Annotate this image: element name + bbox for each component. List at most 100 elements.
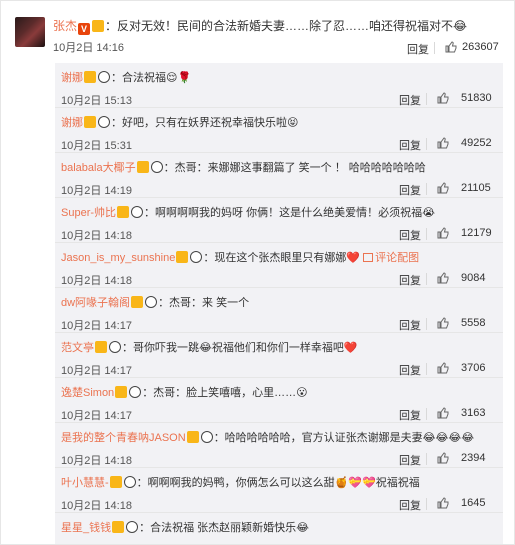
reply-button[interactable]: 回复 (399, 227, 421, 243)
like-count: 1645 (461, 497, 486, 509)
reply-time: 10月2日 15:13 (61, 95, 132, 107)
reply-line: balabala大椰子 ：杰哥：来娜娜这事翻篇了 笑一个 ！ 哈哈哈哈哈哈哈 (61, 159, 426, 175)
reply-time: 10月2日 14:17 (61, 410, 132, 422)
panda-icon (131, 206, 144, 218)
like-icon[interactable] (437, 182, 449, 194)
reply-item: balabala大椰子 ：杰哥：来娜娜这事翻篇了 笑一个 ！ 哈哈哈哈哈哈哈 10月… (55, 153, 503, 198)
reply-time: 10月2日 14:18 (61, 455, 132, 467)
main-comment-line: 张杰 V ：反对无效！民间的合法新婚夫妻……除了忍……咱还得祝福对不😂 (53, 17, 467, 35)
reply-text: ：合法祝福 张杰赵丽颖新婚快乐😂 (139, 522, 310, 534)
comment-time: 10月2日 14:16 (53, 42, 124, 54)
reply-text: ：杰哥：来娜娜这事翻篇了 笑一个 ！ 哈哈哈哈哈哈哈 (163, 162, 426, 174)
like-icon[interactable] (437, 137, 449, 149)
like-count: 2394 (461, 452, 486, 464)
panda-icon (150, 161, 163, 173)
verified-icon: V (78, 23, 91, 35)
image-link-label: 评论配图 (375, 252, 420, 264)
reply-button[interactable]: 回复 (399, 497, 421, 513)
divider (426, 183, 427, 195)
reply-line: 谢娜 ：合法祝福😌🌹 (61, 69, 191, 85)
reply-username[interactable]: 范文亭 (61, 342, 94, 354)
reply-line: 范文亭 ：哥你吓我一跳😂祝福他们和你们一样幸福吧❤️ (61, 339, 358, 355)
panda-icon (98, 71, 110, 83)
like-count: 5558 (461, 317, 486, 329)
reply-username[interactable]: 星星_钱钱 (61, 522, 111, 534)
reply-username[interactable]: 是我的整个青春呐JASON (61, 432, 186, 444)
divider (426, 93, 427, 105)
vip-icon (109, 476, 122, 488)
reply-button[interactable]: 回复 (399, 137, 421, 153)
reply-username[interactable]: 逸楚Simon (61, 387, 114, 399)
like-count: 49252 (461, 137, 492, 149)
main-comment: 张杰 V ：反对无效！民间的合法新婚夫妻……除了忍……咱还得祝福对不😂 10月2日 … (13, 15, 503, 61)
reply-button[interactable]: 回复 (399, 92, 421, 108)
vip-icon (95, 341, 107, 353)
reply-button[interactable]: 回复 (399, 317, 421, 333)
panda-icon (126, 521, 139, 533)
panda-icon (98, 116, 110, 128)
panda-icon (123, 476, 136, 488)
like-count: 9084 (461, 272, 486, 284)
reply-line: 谢娜 ：好吧，只有在妖界还祝幸福快乐啦😝 (61, 114, 298, 130)
reply-username[interactable]: dw阿喙子翰阁 (61, 297, 130, 309)
like-count: 3706 (461, 362, 486, 374)
reply-username[interactable]: 谢娜 (61, 72, 83, 84)
panda-icon (109, 341, 121, 353)
like-icon[interactable] (445, 41, 457, 53)
image-link[interactable]: 评论配图 (360, 252, 419, 264)
reply-line: 逸楚Simon ：杰哥：脸上笑嘻嘻，心里……😮 (61, 384, 308, 400)
vip-icon (136, 161, 149, 173)
reply-item: 谢娜 ：合法祝福😌🌹 10月2日 15:13 回复 51830 (55, 63, 503, 108)
divider (426, 273, 427, 285)
comment-thread: 张杰 V ：反对无效！民间的合法新婚夫妻……除了忍……咱还得祝福对不😂 10月2日 … (0, 0, 515, 545)
like-icon[interactable] (437, 272, 449, 284)
reply-time: 10月2日 14:18 (61, 230, 132, 242)
reply-line: 星星_钱钱 ：合法祝福 张杰赵丽颖新婚快乐😂 (61, 519, 309, 535)
reply-item: 叶小慧慧- ：啊啊啊我的妈鸭，你俩怎么可以这么甜🍯💝💝祝福祝福 10月2日 14:1… (55, 468, 503, 513)
vip-icon (92, 20, 105, 32)
comment-username[interactable]: 张杰 (53, 19, 77, 33)
vip-icon (112, 521, 125, 533)
like-count: 21105 (461, 182, 491, 194)
reply-item: 谢娜 ：好吧，只有在妖界还祝幸福快乐啦😝 10月2日 15:31 回复 49252 (55, 108, 503, 153)
vip-icon (131, 296, 144, 308)
like-icon[interactable] (437, 227, 449, 239)
vip-icon (84, 71, 96, 83)
reply-text: ：啊啊啊我的妈鸭，你俩怎么可以这么甜🍯💝💝祝福祝福 (136, 477, 420, 489)
like-count: 263607 (462, 41, 499, 53)
like-count: 3163 (461, 407, 486, 419)
reply-time: 10月2日 14:19 (61, 185, 132, 197)
reply-username[interactable]: Super-帅比 (61, 207, 116, 219)
panda-icon (200, 431, 213, 443)
reply-list: 谢娜 ：合法祝福😌🌹 10月2日 15:13 回复 51830 谢娜 ：好吧，只有在妖界还祝… (55, 63, 503, 544)
panda-icon (129, 386, 142, 398)
reply-button[interactable]: 回复 (399, 362, 421, 378)
like-icon[interactable] (437, 362, 449, 374)
reply-item: 是我的整个青春呐JASON ：哈哈哈哈哈哈，官方认证张杰谢娜是夫妻😂😂😂😂 10月2… (55, 423, 503, 468)
like-icon[interactable] (437, 497, 449, 509)
reply-time: 10月2日 15:31 (61, 140, 132, 152)
avatar[interactable] (15, 17, 45, 47)
like-icon[interactable] (437, 317, 449, 329)
reply-username[interactable]: 谢娜 (61, 117, 83, 129)
reply-button[interactable]: 回复 (407, 41, 429, 57)
like-icon[interactable] (437, 407, 449, 419)
reply-button[interactable]: 回复 (399, 452, 421, 468)
reply-text: ：杰哥：来 笑一个 (158, 297, 250, 309)
like-icon[interactable] (437, 452, 449, 464)
reply-username[interactable]: 叶小慧慧- (61, 477, 109, 489)
reply-username[interactable]: Jason_is_my_sunshine (61, 252, 175, 264)
reply-line: 是我的整个青春呐JASON ：哈哈哈哈哈哈，官方认证张杰谢娜是夫妻😂😂😂😂 (61, 429, 474, 445)
reply-item: dw阿喙子翰阁 ：杰哥：来 笑一个 10月2日 14:17 回复 5558 (55, 288, 503, 333)
reply-line: dw阿喙子翰阁 ：杰哥：来 笑一个 (61, 294, 249, 310)
like-icon[interactable] (437, 92, 449, 104)
reply-username[interactable]: balabala大椰子 (61, 162, 136, 174)
reply-button[interactable]: 回复 (399, 182, 421, 198)
reply-button[interactable]: 回复 (399, 272, 421, 288)
reply-time: 10月2日 14:17 (61, 365, 132, 377)
reply-button[interactable]: 回复 (399, 407, 421, 423)
divider (426, 453, 427, 465)
divider (426, 498, 427, 510)
divider (426, 138, 427, 150)
reply-text: ：好吧，只有在妖界还祝幸福快乐啦😝 (111, 117, 299, 129)
